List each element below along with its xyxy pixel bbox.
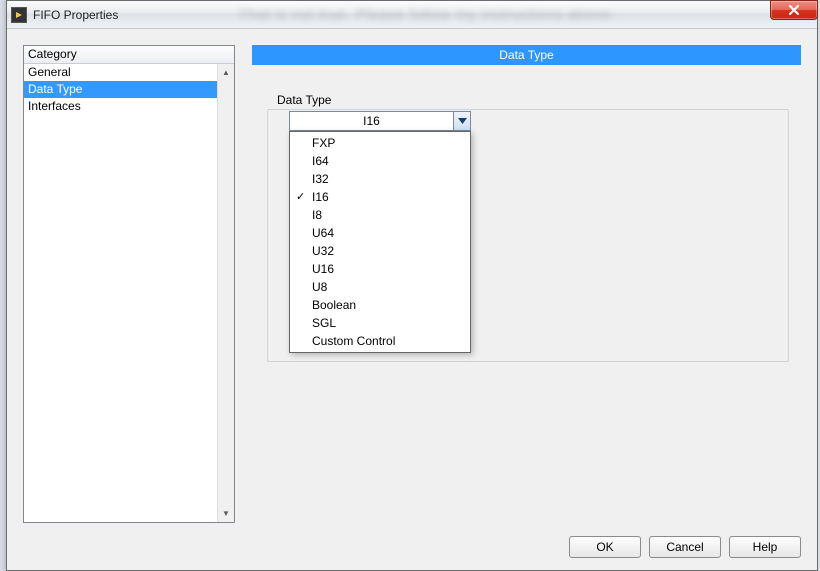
scrollbar[interactable]: ▲ ▼ [217,64,234,522]
titlebar[interactable]: FIFO Properties That is not true. Please… [7,1,817,29]
scroll-down-icon[interactable]: ▼ [218,505,234,522]
app-icon [11,7,27,23]
option-i64[interactable]: I64 [290,152,470,170]
option-fxp[interactable]: FXP [290,134,470,152]
option-boolean[interactable]: Boolean [290,296,470,314]
category-items: General Data Type Interfaces ▲ ▼ [24,64,234,522]
category-item-general[interactable]: General [24,64,234,81]
background-text: That is not true. Please follow my instr… [238,6,615,23]
option-i32[interactable]: I32 [290,170,470,188]
option-u16[interactable]: U16 [290,260,470,278]
option-sgl[interactable]: SGL [290,314,470,332]
option-custom-control[interactable]: Custom Control [290,332,470,350]
ok-button[interactable]: OK [569,536,641,558]
button-bar: OK Cancel Help [569,536,801,558]
category-header: Category [24,46,234,64]
category-item-data-type[interactable]: Data Type [24,81,234,98]
combo-dropdown-button[interactable] [453,112,470,130]
close-icon [788,5,800,15]
data-type-combo[interactable]: I16 [289,111,471,131]
check-icon: ✓ [296,189,305,205]
data-type-selected: I16 [290,114,453,128]
client-area: Category General Data Type Interfaces ▲ … [7,29,817,570]
chevron-down-icon [458,118,467,124]
option-u32[interactable]: U32 [290,242,470,260]
window-title: FIFO Properties [33,8,118,22]
option-i8[interactable]: I8 [290,206,470,224]
panel-title: Data Type [252,45,801,65]
data-type-dropdown: FXP I64 I32 ✓I16 I8 U64 U32 U16 U8 Boole… [289,131,471,353]
option-i16[interactable]: ✓I16 [290,188,470,206]
close-button[interactable] [770,0,818,20]
option-u64[interactable]: U64 [290,224,470,242]
option-u8[interactable]: U8 [290,278,470,296]
cancel-button[interactable]: Cancel [649,536,721,558]
scroll-up-icon[interactable]: ▲ [218,64,234,81]
category-item-interfaces[interactable]: Interfaces [24,98,234,115]
category-list: Category General Data Type Interfaces ▲ … [23,45,235,523]
data-type-label: Data Type [277,93,331,107]
dialog-window: FIFO Properties That is not true. Please… [6,0,818,571]
help-button[interactable]: Help [729,536,801,558]
